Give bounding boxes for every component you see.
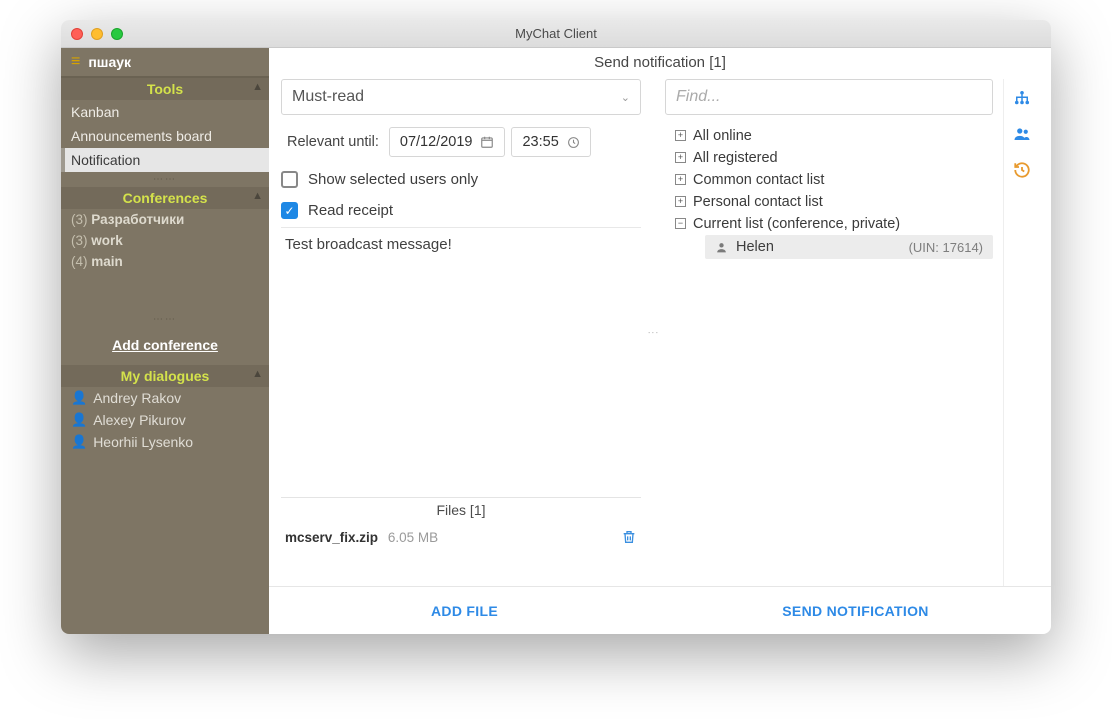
message-textarea[interactable]: Test broadcast message! <box>281 227 641 498</box>
section-conferences-header[interactable]: Conferences ▲ <box>61 187 269 209</box>
person-icon: 👤 <box>71 434 87 450</box>
sidebar-item-announcements[interactable]: Announcements board <box>61 124 269 148</box>
calendar-icon <box>480 135 494 149</box>
conference-item[interactable]: (4) main <box>61 251 269 272</box>
find-input[interactable]: Find... <box>665 79 993 115</box>
recipient-uin: (UIN: 17614) <box>909 240 983 255</box>
sidebar: ≡ пшаук Tools ▲ Kanban Announcements boa… <box>61 48 269 634</box>
section-tools-header[interactable]: Tools ▲ <box>61 78 269 100</box>
file-name: mcserv_fix.zip <box>285 530 378 545</box>
tree-group-expanded[interactable]: − Current list (conference, private) <box>665 213 993 235</box>
relevant-until-row: Relevant until: 07/12/2019 23:55 <box>281 127 641 157</box>
menu-icon[interactable]: ≡ <box>71 54 80 70</box>
collapse-icon[interactable]: − <box>675 218 686 229</box>
expand-icon[interactable]: + <box>675 152 686 163</box>
compose-column: Must-read ⌄ Relevant until: 07/12/2019 <box>281 79 641 586</box>
clock-icon <box>567 136 580 149</box>
date-input[interactable]: 07/12/2019 <box>389 127 506 157</box>
file-size: 6.05 MB <box>388 530 438 545</box>
chevron-up-icon: ▲ <box>252 81 263 93</box>
recipients-column: Find... + All online + All registered + <box>665 79 993 586</box>
sidebar-item-kanban[interactable]: Kanban <box>61 100 269 124</box>
recipients-tree: + All online + All registered + Common c… <box>665 125 993 259</box>
delete-file-icon[interactable] <box>621 528 637 546</box>
files-header: Files [1] <box>281 498 641 528</box>
sidebar-item-notification[interactable]: Notification <box>61 148 269 172</box>
dialogue-item[interactable]: 👤 Heorhii Lysenko <box>61 431 269 453</box>
section-dialogues-header[interactable]: My dialogues ▲ <box>61 365 269 387</box>
expand-icon[interactable]: + <box>675 196 686 207</box>
person-icon: 👤 <box>71 390 87 406</box>
org-tree-icon[interactable] <box>1013 89 1031 107</box>
dialogue-item[interactable]: 👤 Andrey Rakov <box>61 387 269 409</box>
app-window: MyChat Client ≡ пшаук Tools ▲ Kanban Ann… <box>61 20 1051 634</box>
current-user[interactable]: ≡ пшаук <box>61 48 269 76</box>
chevron-up-icon: ▲ <box>252 368 263 380</box>
recipient-item[interactable]: Helen (UIN: 17614) <box>705 235 993 259</box>
page-title: Send notification [1] <box>269 48 1051 79</box>
resize-grip[interactable]: ⋯⋯ <box>61 172 269 187</box>
tree-group[interactable]: + All registered <box>665 147 993 169</box>
chevron-up-icon: ▲ <box>252 190 263 202</box>
chevron-down-icon: ⌄ <box>621 91 630 104</box>
tree-group[interactable]: + All online <box>665 125 993 147</box>
column-splitter[interactable]: ⋮ <box>651 79 655 586</box>
footer-actions: ADD FILE SEND NOTIFICATION <box>269 586 1051 634</box>
send-notification-button[interactable]: SEND NOTIFICATION <box>660 603 1051 619</box>
checkbox-checked-icon[interactable]: ✓ <box>281 202 298 219</box>
person-icon <box>715 241 728 254</box>
attached-file-row: mcserv_fix.zip 6.05 MB <box>281 528 641 546</box>
username-label: пшаук <box>88 54 131 70</box>
checkbox-icon[interactable] <box>281 171 298 188</box>
conference-item[interactable]: (3) work <box>61 230 269 251</box>
resize-grip[interactable]: ⋯⋯ <box>61 312 269 327</box>
expand-icon[interactable]: + <box>675 174 686 185</box>
tree-group[interactable]: + Personal contact list <box>665 191 993 213</box>
person-icon: 👤 <box>71 412 87 428</box>
main-panel: Send notification [1] Must-read ⌄ Releva… <box>269 48 1051 634</box>
add-file-button[interactable]: ADD FILE <box>269 603 660 619</box>
conference-item[interactable]: (3) Разработчики <box>61 209 269 230</box>
users-icon[interactable] <box>1012 125 1032 143</box>
history-icon[interactable] <box>1013 161 1031 179</box>
tree-group[interactable]: + Common contact list <box>665 169 993 191</box>
window-title: MyChat Client <box>61 26 1051 41</box>
dialogue-item[interactable]: 👤 Alexey Pikurov <box>61 409 269 431</box>
priority-select[interactable]: Must-read ⌄ <box>281 79 641 115</box>
show-selected-checkbox-row[interactable]: Show selected users only <box>281 171 641 188</box>
read-receipt-checkbox-row[interactable]: ✓ Read receipt <box>281 202 641 219</box>
titlebar: MyChat Client <box>61 20 1051 48</box>
expand-icon[interactable]: + <box>675 130 686 141</box>
time-input[interactable]: 23:55 <box>511 127 590 157</box>
relevant-until-label: Relevant until: <box>287 134 379 150</box>
add-conference-link[interactable]: Add conference <box>61 327 269 365</box>
right-rail <box>1003 79 1039 586</box>
